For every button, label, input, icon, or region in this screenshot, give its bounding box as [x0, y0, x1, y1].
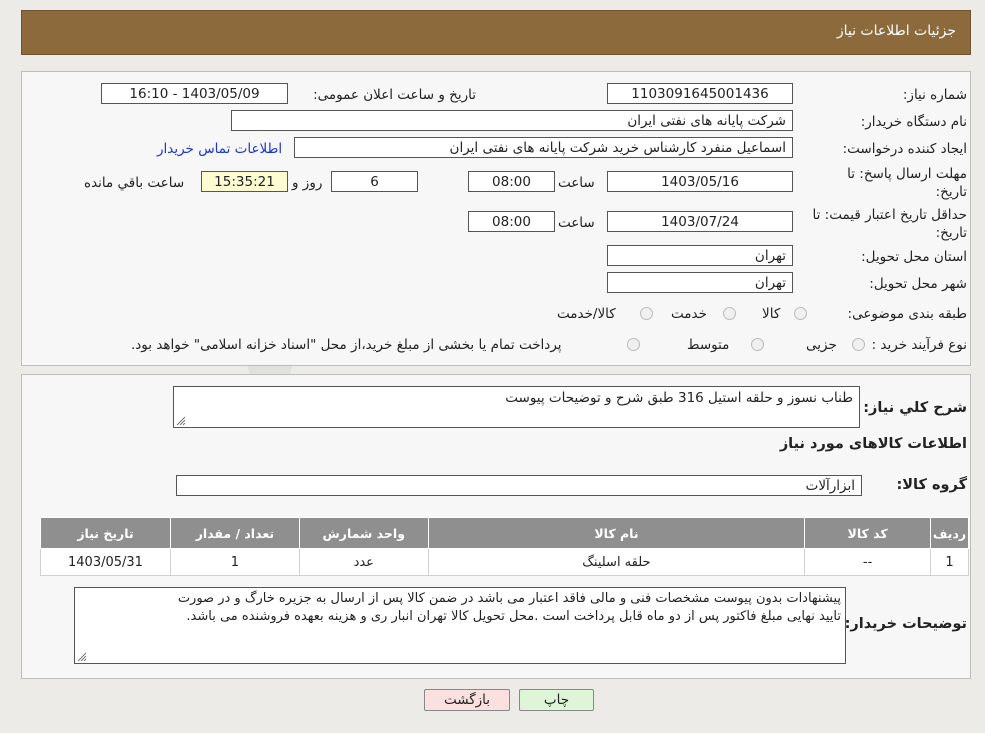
treasury-checkbox[interactable]	[627, 338, 640, 351]
page-header: جزئیات اطلاعات نیاز	[21, 10, 971, 55]
city-field: تهران	[607, 272, 793, 293]
days-remaining-field: 6	[331, 171, 418, 192]
category-label: طبقه بندی موضوعی:	[847, 306, 967, 322]
buyer-notes-line-2: تایید نهایی مبلغ فاکتور پس از دو ماه قاب…	[186, 609, 841, 624]
table-header-row: ردیف کد کالا نام کالا واحد شمارش تعداد /…	[40, 517, 969, 549]
category-radio-goods-service[interactable]	[640, 307, 653, 320]
process-radio-medium[interactable]	[751, 338, 764, 351]
back-button[interactable]: بازگشت	[424, 689, 510, 711]
buyer-notes-label: توضیحات خریدار:	[844, 616, 967, 632]
process-option-minor: جزیی	[806, 337, 837, 353]
deadline-date-field: 1403/05/16	[607, 171, 793, 192]
remaining-label: ساعت باقي مانده	[84, 175, 185, 191]
summary-textarea: طناب نسوز و حلقه استیل 316 طبق شرح و توض…	[173, 386, 860, 428]
cell-row-number: 1	[930, 548, 969, 576]
validity-label-date: تاریخ:	[935, 225, 967, 241]
summary-text: طناب نسوز و حلقه استیل 316 طبق شرح و توض…	[505, 390, 853, 406]
creator-label: ایجاد کننده درخواست:	[842, 141, 967, 157]
buyer-notes-textarea: پیشنهادات بدون پیوست مشخصات فنی و مالی ف…	[74, 587, 846, 664]
category-radio-goods[interactable]	[794, 307, 807, 320]
deadline-label: مهلت ارسال پاسخ: تا	[847, 166, 967, 182]
summary-label: شرح کلي نياز:	[863, 400, 967, 416]
announce-date-label: تاریخ و ساعت اعلان عمومی:	[313, 87, 476, 103]
creator-field: اسماعیل منفرد کارشناس خرید شرکت پایانه ه…	[294, 137, 793, 158]
print-button[interactable]: چاپ	[519, 689, 594, 711]
goods-group-label: گروه کالا:	[896, 477, 967, 493]
cell-need-date: 1403/05/31	[40, 548, 171, 576]
province-label: استان محل تحویل:	[861, 249, 967, 265]
deadline-time-field: 08:00	[468, 171, 555, 192]
deadline-label-date: تاریخ:	[935, 184, 967, 200]
need-number-label: شماره نیاز:	[902, 87, 967, 103]
process-option-medium: متوسط	[687, 337, 730, 353]
category-option-goods: کالا	[762, 306, 781, 322]
validity-date-field: 1403/07/24	[607, 211, 793, 232]
category-option-service: خدمت	[671, 306, 707, 322]
days-label: روز و	[292, 175, 323, 191]
province-field: تهران	[607, 245, 793, 266]
buyer-notes-line-1: پیشنهادات بدون پیوست مشخصات فنی و مالی ف…	[177, 591, 841, 606]
category-option-goods-service: کالا/خدمت	[557, 306, 616, 322]
buyer-org-field: شرکت پایانه های نفتی ایران	[231, 110, 793, 131]
page-title: جزئیات اطلاعات نیاز	[836, 23, 956, 39]
process-radio-minor[interactable]	[852, 338, 865, 351]
buyer-contact-link[interactable]: اطلاعات تماس خریدار	[157, 141, 282, 157]
goods-group-field: ابزارآلات	[176, 475, 862, 496]
resize-handle-icon[interactable]	[77, 652, 87, 662]
validity-time-field: 08:00	[468, 211, 555, 232]
category-radio-service[interactable]	[723, 307, 736, 320]
cell-goods-name: حلقه اسلینگ	[427, 548, 806, 576]
goods-section-title: اطلاعات کالاهای مورد نیاز	[779, 436, 967, 452]
process-label: نوع فرآیند خرید :	[871, 337, 967, 353]
buyer-org-label: نام دستگاه خریدار:	[860, 114, 967, 130]
deadline-time-label: ساعت	[558, 175, 595, 191]
validity-label: حداقل تاریخ اعتبار قیمت: تا	[812, 207, 967, 223]
col-header-goods-code: کد کالا	[804, 517, 932, 549]
goods-table: ردیف کد کالا نام کالا واحد شمارش تعداد /…	[40, 517, 969, 576]
col-header-row-number: ردیف	[930, 517, 969, 549]
resize-handle-icon[interactable]	[176, 416, 186, 426]
col-header-quantity: تعداد / مقدار	[169, 517, 300, 549]
col-header-need-date: تاریخ نیاز	[40, 517, 171, 549]
col-header-goods-name: نام کالا	[427, 517, 806, 549]
validity-time-label: ساعت	[558, 215, 595, 231]
remaining-time-field: 15:35:21	[201, 171, 288, 192]
city-label: شهر محل تحویل:	[869, 276, 967, 292]
cell-unit: عدد	[298, 548, 429, 576]
need-number-field: 1103091645001436	[607, 83, 793, 104]
treasury-note: پرداخت تمام یا بخشی از مبلغ خرید،از محل …	[131, 337, 562, 353]
announce-date-field: 1403/05/09 - 16:10	[101, 83, 288, 104]
table-row: 1 -- حلقه اسلینگ عدد 1 1403/05/31	[40, 548, 969, 576]
cell-goods-code: --	[804, 548, 932, 576]
col-header-unit: واحد شمارش	[298, 517, 429, 549]
cell-quantity: 1	[169, 548, 300, 576]
